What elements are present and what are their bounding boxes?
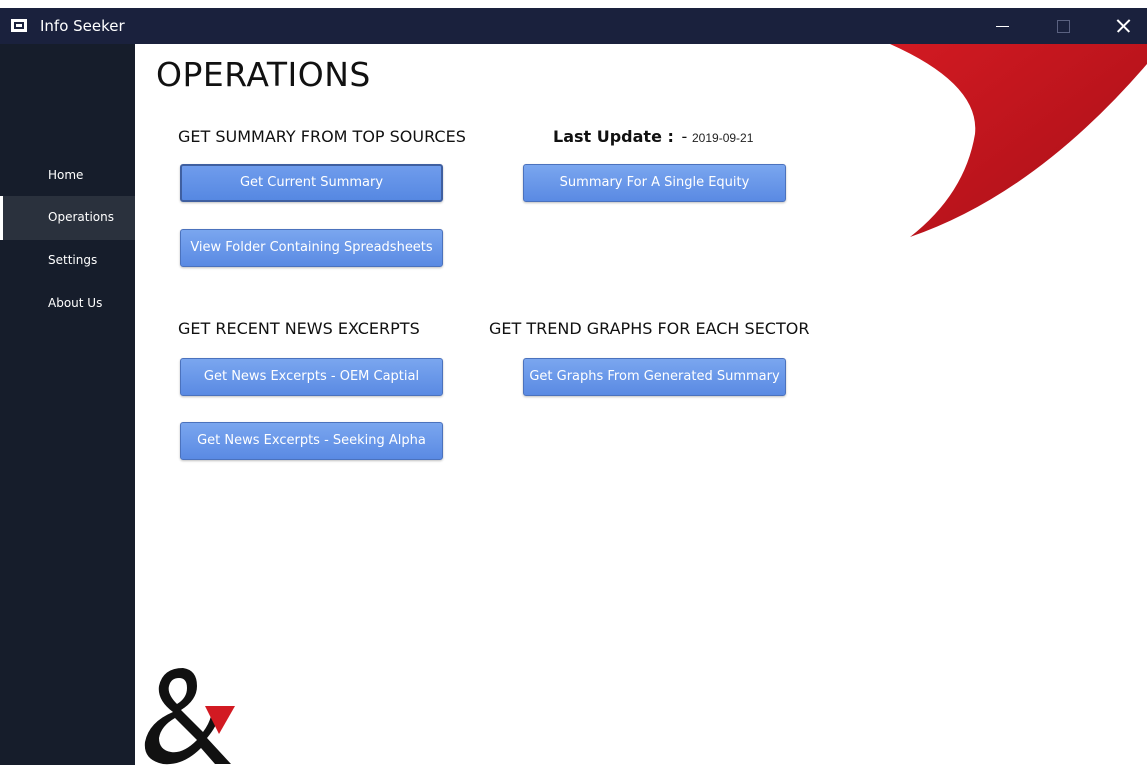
sidebar-item-settings[interactable]: Settings xyxy=(0,239,135,283)
summary-section-heading: GET SUMMARY FROM TOP SOURCES xyxy=(178,127,466,146)
sidebar-item-label: Operations xyxy=(48,210,114,224)
news-section-heading: GET RECENT NEWS EXCERPTS xyxy=(178,319,420,338)
sidebar-item-label: About Us xyxy=(48,296,103,310)
minimize-button[interactable] xyxy=(980,8,1026,44)
app-icon xyxy=(11,19,27,32)
sidebar-item-label: Home xyxy=(48,168,84,182)
page-title: OPERATIONS xyxy=(156,55,371,94)
sidebar-item-home[interactable]: Home xyxy=(0,154,135,198)
last-update-text: Last Update : xyxy=(553,127,674,146)
view-folder-button[interactable]: View Folder Containing Spreadsheets xyxy=(180,229,443,267)
ampersand-logo xyxy=(144,668,235,765)
sidebar-item-about-us[interactable]: About Us xyxy=(0,282,135,326)
last-update-dash: - xyxy=(681,127,688,146)
trend-section-heading: GET TREND GRAPHS FOR EACH SECTOR xyxy=(489,319,810,338)
main-content: OPERATIONS GET SUMMARY FROM TOP SOURCES … xyxy=(135,44,1147,765)
last-update-label: Last Update : - xyxy=(553,127,687,146)
maximize-button[interactable] xyxy=(1040,8,1086,44)
get-graphs-button[interactable]: Get Graphs From Generated Summary xyxy=(523,358,786,396)
sidebar: Home Operations Settings About Us xyxy=(0,44,135,765)
news-seeking-alpha-button[interactable]: Get News Excerpts - Seeking Alpha xyxy=(180,422,443,460)
title-bar: Info Seeker xyxy=(0,8,1147,44)
close-button[interactable] xyxy=(1100,8,1146,44)
last-update-value: 2019-09-21 xyxy=(692,131,754,145)
news-oem-capital-button[interactable]: Get News Excerpts - OEM Captial xyxy=(180,358,443,396)
get-current-summary-button[interactable]: Get Current Summary xyxy=(180,164,443,202)
window-title: Info Seeker xyxy=(40,17,125,35)
summary-single-equity-button[interactable]: Summary For A Single Equity xyxy=(523,164,786,202)
red-swoosh-graphic xyxy=(890,44,1147,237)
sidebar-item-label: Settings xyxy=(48,253,98,267)
sidebar-item-operations[interactable]: Operations xyxy=(0,196,135,240)
